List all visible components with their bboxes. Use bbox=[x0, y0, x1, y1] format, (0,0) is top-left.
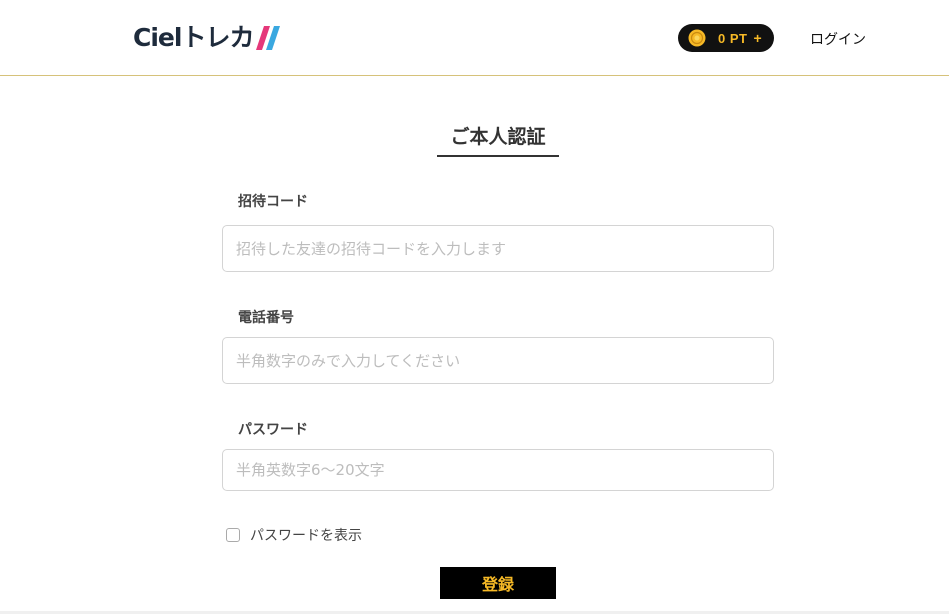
phone-number-input[interactable] bbox=[222, 337, 774, 384]
show-password-toggle[interactable]: パスワードを表示 bbox=[226, 525, 362, 545]
coin-icon bbox=[688, 29, 706, 47]
logo-wordmark: Cielトレカ bbox=[133, 23, 254, 52]
checkbox-icon[interactable] bbox=[226, 528, 240, 542]
site-header: Cielトレカ 0 PT + ログイン bbox=[0, 0, 949, 76]
points-value: 0 PT bbox=[718, 30, 748, 46]
site-logo[interactable]: Cielトレカ bbox=[133, 22, 282, 54]
login-link[interactable]: ログイン bbox=[810, 29, 866, 49]
phone-number-label: 電話番号 bbox=[238, 310, 294, 326]
page-title: ご本人認証 bbox=[437, 122, 559, 157]
invite-code-input[interactable] bbox=[222, 225, 774, 272]
show-password-label: パスワードを表示 bbox=[250, 528, 362, 544]
points-balance-button[interactable]: 0 PT + bbox=[678, 24, 774, 52]
invite-code-label: 招待コード bbox=[238, 194, 308, 210]
add-points-icon: + bbox=[753, 30, 762, 46]
password-label: パスワード bbox=[238, 422, 308, 438]
register-button[interactable]: 登録 bbox=[440, 567, 556, 599]
logo-slash-icon bbox=[256, 26, 281, 50]
password-input[interactable] bbox=[222, 449, 774, 491]
